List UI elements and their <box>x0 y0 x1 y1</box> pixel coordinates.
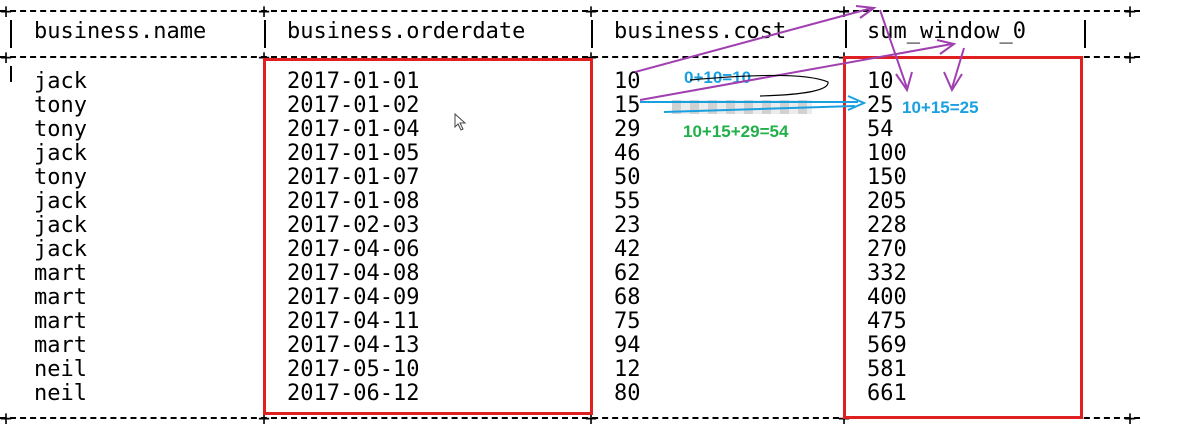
cell-cost: 12 <box>614 357 641 382</box>
cell-cost: 94 <box>614 333 641 358</box>
cell-cost: 75 <box>614 309 641 334</box>
column-divider <box>10 66 12 82</box>
cell-cost: 15 <box>614 93 641 118</box>
border-corner: + <box>1124 0 1137 23</box>
cell-cost: 55 <box>614 189 641 214</box>
arrow-head <box>855 5 877 19</box>
column-divider <box>10 20 12 48</box>
cell-name: mart <box>34 309 87 334</box>
cell-name: mart <box>34 261 87 286</box>
column-divider <box>1084 20 1086 48</box>
border-corner: + <box>838 0 851 23</box>
column-header-orderdate[interactable]: business.orderdate <box>287 20 525 44</box>
border-corner: + <box>0 45 13 69</box>
border-corner: + <box>1124 406 1137 430</box>
cell-name: mart <box>34 285 87 310</box>
cell-name: tony <box>34 165 87 190</box>
query-result-table: + + + + + + + + + + + + + + + business.n… <box>0 0 1184 428</box>
border-corner: + <box>1124 45 1137 69</box>
cell-cost: 68 <box>614 285 641 310</box>
cell-cost: 50 <box>614 165 641 190</box>
cell-cost: 29 <box>614 117 641 142</box>
mouse-pointer-icon <box>454 113 467 131</box>
cell-cost: 62 <box>614 261 641 286</box>
border-corner: + <box>0 0 13 23</box>
cell-name: jack <box>34 189 87 214</box>
cell-name: jack <box>34 69 87 94</box>
column-divider <box>845 20 847 48</box>
orderdate-highlight-box <box>263 58 593 415</box>
column-header-name[interactable]: business.name <box>34 20 206 44</box>
annotation-first-sum: 0+10=10 <box>684 68 752 87</box>
border-corner: + <box>258 0 271 23</box>
cell-name: jack <box>34 237 87 262</box>
cell-cost: 46 <box>614 141 641 166</box>
cell-cost: 80 <box>614 381 641 406</box>
column-divider <box>264 20 266 48</box>
cell-name: tony <box>34 117 87 142</box>
cell-name: jack <box>34 141 87 166</box>
border-corner: + <box>585 0 598 23</box>
cell-name: mart <box>34 333 87 358</box>
cell-name: jack <box>34 213 87 238</box>
border-corner: + <box>0 406 13 430</box>
cell-name: neil <box>34 381 87 406</box>
annotation-second-sum: 10+15=25 <box>902 98 979 117</box>
cell-cost: 10 <box>614 69 641 94</box>
table-top-border <box>0 10 1140 12</box>
column-divider <box>591 20 593 48</box>
cell-cost: 42 <box>614 237 641 262</box>
cell-cost: 23 <box>614 213 641 238</box>
column-header-cost[interactable]: business.cost <box>614 20 786 44</box>
column-header-sum-window[interactable]: sum_window_0 <box>867 20 1026 44</box>
annotation-third-sum: 10+15+29=54 <box>683 122 789 141</box>
cell-name: neil <box>34 357 87 382</box>
cell-name: tony <box>34 93 87 118</box>
redacted-area <box>672 100 812 114</box>
